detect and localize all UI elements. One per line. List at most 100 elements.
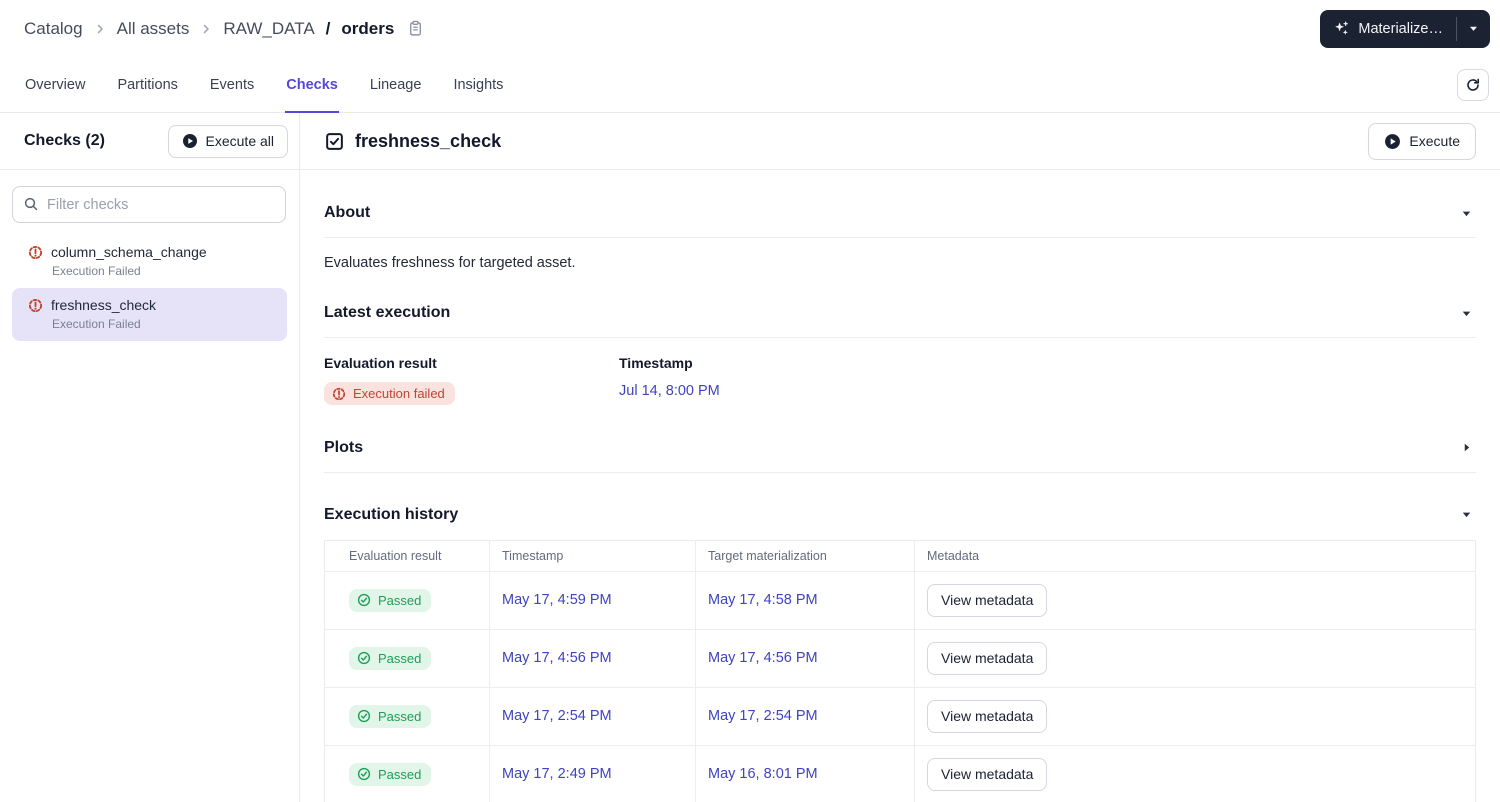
caret-down-icon: [1468, 23, 1479, 34]
about-heading: About: [324, 204, 371, 221]
status-badge-execution-failed: Execution failed: [324, 382, 455, 405]
chevron-right-icon: [94, 23, 106, 35]
view-metadata-button[interactable]: View metadata: [927, 583, 1048, 617]
tab-events[interactable]: Events: [209, 57, 255, 112]
evaluation-result-label: Evaluation result: [324, 355, 437, 371]
target-materialization-link[interactable]: May 17, 2:54 PM: [708, 708, 818, 724]
column-header-evaluation-result: Evaluation result: [325, 540, 490, 571]
execution-failed-icon: [332, 387, 346, 401]
tab-overview[interactable]: Overview: [24, 57, 86, 112]
latest-execution-heading: Latest execution: [324, 304, 451, 321]
view-metadata-button[interactable]: View metadata: [927, 641, 1048, 675]
execution-history-section-header: Execution history: [324, 506, 1476, 524]
play-circle-icon: [182, 133, 198, 149]
execution-history-table: Evaluation result Timestamp Target mater…: [324, 539, 1476, 802]
status-badge-passed: Passed: [349, 762, 432, 786]
table-row: Passed May 17, 4:59 PM May 17, 4:58 PM V…: [325, 571, 1475, 630]
plots-heading: Plots: [324, 438, 364, 456]
collapse-caret-down-icon[interactable]: [1457, 206, 1476, 221]
table-row: Passed May 17, 2:54 PM May 17, 2:54 PM V…: [325, 687, 1475, 746]
tab-insights[interactable]: Insights: [452, 57, 504, 112]
table-row: Passed May 17, 4:56 PM May 17, 4:56 PM V…: [325, 629, 1475, 688]
status-badge-label: Passed: [378, 766, 422, 782]
check-item-name: column_schema_change: [51, 244, 207, 260]
latest-execution-fields: Evaluation result Execution failed Times…: [324, 355, 1476, 406]
search-icon: [23, 196, 39, 212]
target-materialization-link[interactable]: May 17, 4:56 PM: [708, 650, 818, 666]
execution-failed-icon: [28, 245, 43, 260]
collapse-caret-down-icon[interactable]: [1457, 306, 1476, 321]
status-badge-passed: Passed: [349, 704, 432, 728]
evaluation-result-field: Evaluation result Execution failed: [324, 355, 619, 406]
collapse-caret-down-icon[interactable]: [1457, 507, 1476, 522]
materialize-button[interactable]: Materialize…: [1320, 10, 1456, 48]
collapse-caret-right-icon[interactable]: [1457, 440, 1476, 455]
timestamp-link[interactable]: May 17, 2:54 PM: [502, 708, 612, 724]
breadcrumb-asset-prefix[interactable]: RAW_DATA: [223, 19, 314, 39]
check-title: freshness_check: [324, 131, 501, 152]
execute-button[interactable]: Execute: [1368, 122, 1476, 160]
checks-count-title: Checks (2): [24, 132, 105, 149]
play-circle-icon: [1384, 133, 1401, 150]
table-row: Passed May 17, 2:49 PM May 16, 8:01 PM V…: [325, 745, 1475, 802]
check-circle-icon: [357, 651, 371, 665]
status-badge-label: Execution failed: [353, 386, 445, 401]
checkbox-checked-icon: [324, 131, 345, 152]
section-divider: [324, 237, 1476, 238]
check-circle-icon: [357, 767, 371, 781]
column-header-timestamp: Timestamp: [490, 540, 696, 571]
tab-partitions[interactable]: Partitions: [116, 57, 178, 112]
execute-all-label: Execute all: [205, 133, 274, 149]
check-detail-header: freshness_check Execute: [300, 113, 1500, 170]
status-badge-passed: Passed: [349, 646, 432, 670]
view-metadata-button[interactable]: View metadata: [927, 757, 1048, 791]
target-materialization-link[interactable]: May 17, 4:58 PM: [708, 592, 818, 608]
execution-history-heading: Execution history: [324, 505, 459, 523]
filter-checks-input[interactable]: [12, 186, 286, 223]
check-circle-icon: [357, 709, 371, 723]
materialize-dropdown-button[interactable]: [1457, 10, 1490, 48]
top-bar: Catalog All assets RAW_DATA / orders Mat…: [0, 0, 1500, 57]
breadcrumb-asset-name: orders: [341, 18, 395, 38]
tabs-bar: Overview Partitions Events Checks Lineage Ins…: [0, 57, 1500, 113]
tab-lineage[interactable]: Lineage: [369, 57, 423, 112]
check-circle-icon: [357, 593, 371, 607]
check-item-status: Execution Failed: [52, 317, 141, 331]
status-badge-label: Passed: [378, 650, 422, 666]
breadcrumb-all-assets[interactable]: All assets: [117, 19, 190, 39]
tab-checks[interactable]: Checks: [285, 57, 339, 113]
check-list-item-column_schema_change[interactable]: column_schema_change Execution Failed: [12, 235, 287, 288]
latest-timestamp-link[interactable]: Jul 14, 8:00 PM: [619, 383, 720, 399]
timestamp-link[interactable]: May 17, 2:49 PM: [502, 766, 612, 782]
column-header-metadata: Metadata: [927, 548, 980, 563]
refresh-icon: [1465, 77, 1481, 93]
tab-list: Overview Partitions Events Checks Lineage Ins…: [24, 57, 504, 113]
breadcrumb-catalog[interactable]: Catalog: [24, 19, 83, 39]
check-list-item-freshness_check[interactable]: freshness_check Execution Failed: [12, 288, 287, 341]
about-description: Evaluates freshness for targeted asset.: [324, 255, 576, 271]
history-table-body: Passed May 17, 4:59 PM May 17, 4:58 PM V…: [325, 571, 1475, 802]
chevron-right-icon: [200, 23, 212, 35]
target-materialization-link[interactable]: May 16, 8:01 PM: [708, 766, 818, 782]
checks-list: column_schema_change Execution Failed fr…: [0, 235, 299, 341]
status-badge-passed: Passed: [349, 588, 432, 612]
view-metadata-button[interactable]: View metadata: [927, 699, 1048, 733]
timestamp-link[interactable]: May 17, 4:59 PM: [502, 592, 612, 608]
section-divider: [324, 471, 1476, 473]
materialize-label: Materialize…: [1358, 20, 1443, 37]
execute-all-button[interactable]: Execute all: [167, 124, 288, 158]
execution-failed-icon: [28, 298, 43, 313]
status-badge-label: Passed: [378, 592, 422, 608]
check-detail-body: About Evaluates freshness for targeted a…: [300, 170, 1500, 802]
breadcrumb: Catalog All assets RAW_DATA / orders: [24, 19, 424, 39]
checks-sidebar: Checks (2) Execute all column_schema_cha…: [0, 113, 300, 802]
sparkle-icon: [1333, 20, 1350, 37]
timestamp-label: Timestamp: [619, 355, 693, 371]
timestamp-link[interactable]: May 17, 4:56 PM: [502, 650, 612, 666]
copy-clipboard-icon[interactable]: [407, 20, 424, 37]
check-item-name: freshness_check: [51, 297, 157, 313]
status-badge-label: Passed: [378, 708, 422, 724]
timestamp-field: Timestamp Jul 14, 8:00 PM: [619, 355, 1476, 406]
plots-section-header: Plots: [324, 439, 1476, 457]
refresh-button[interactable]: [1457, 68, 1489, 101]
